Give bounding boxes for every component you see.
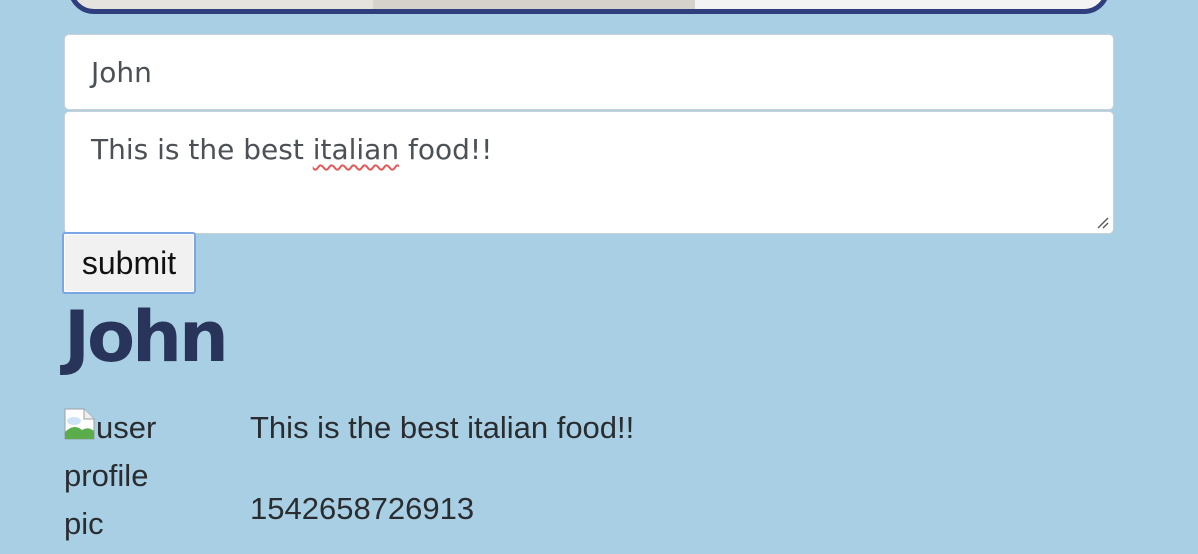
image-alt-line3: pic [64, 506, 104, 541]
review-timestamp: 1542658726913 [250, 491, 475, 526]
review-author: John [64, 296, 229, 378]
review-textarea-prefix: This is the best [91, 133, 313, 166]
broken-image-icon [64, 408, 95, 440]
review-textarea-suffix: food!! [399, 133, 493, 166]
resize-handle-icon[interactable] [1096, 216, 1109, 229]
map-attribution [695, 0, 1105, 9]
submit-button[interactable]: submit [62, 232, 196, 294]
image-alt-line2: profile [64, 458, 149, 493]
name-input-value: John [91, 56, 152, 89]
misspelled-word: italian [312, 133, 400, 166]
name-input[interactable]: John [64, 34, 1114, 110]
user-profile-pic: user profile pic [64, 404, 234, 548]
review-text: This is the best italian food!! [250, 410, 635, 445]
review-textarea[interactable]: This is the best italian food!! [64, 111, 1114, 234]
image-alt-line1: user [96, 410, 157, 445]
map-panel[interactable] [68, 0, 1110, 14]
